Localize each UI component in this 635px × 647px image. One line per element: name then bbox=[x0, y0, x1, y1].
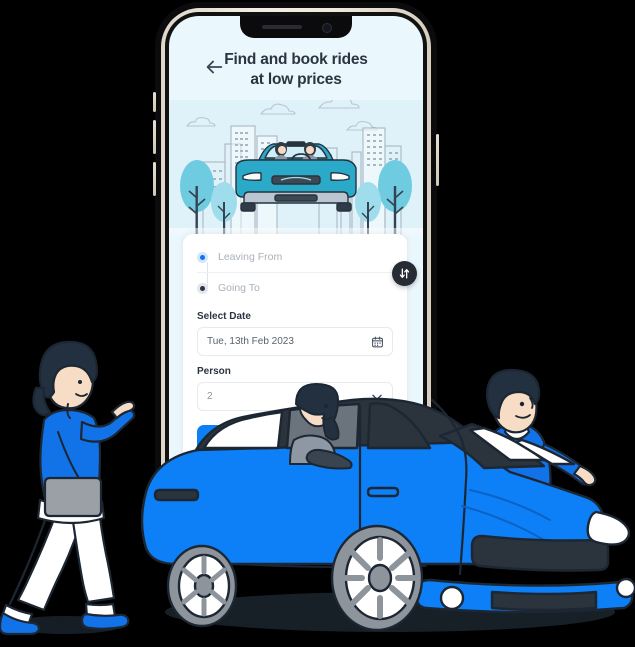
select-date-label: Select Date bbox=[197, 311, 251, 322]
leaving-from-field[interactable]: Leaving From bbox=[197, 244, 393, 273]
swap-vertical-icon bbox=[399, 268, 410, 279]
city-rideshare-illustration bbox=[169, 100, 423, 236]
page-title: Find and book rides at low prices bbox=[169, 50, 423, 90]
select-date-input[interactable]: Tue, 13th Feb 2023 bbox=[197, 327, 393, 356]
going-to-placeholder: Going To bbox=[218, 282, 260, 294]
phone-power-button[interactable] bbox=[436, 134, 439, 186]
select-date-value: Tue, 13th Feb 2023 bbox=[207, 336, 294, 347]
select-date-group: Select Date Tue, 13th Feb 2023 bbox=[183, 311, 407, 356]
swap-locations-button[interactable] bbox=[392, 261, 417, 286]
phone-volume-up-button[interactable] bbox=[153, 120, 156, 154]
earpiece-speaker bbox=[262, 25, 302, 29]
destination-dot-icon bbox=[197, 282, 208, 294]
chevron-down-icon[interactable] bbox=[370, 390, 384, 404]
origin-dot-icon bbox=[197, 251, 208, 263]
app-header: Find and book rides at low prices bbox=[169, 42, 423, 100]
phone-mute-switch[interactable] bbox=[153, 92, 156, 112]
front-camera bbox=[322, 23, 332, 33]
page-title-line2: at low prices bbox=[250, 71, 342, 88]
page-title-line1: Find and book rides bbox=[224, 51, 368, 68]
person-label: Person bbox=[197, 366, 231, 377]
scene-root: Find and book rides at low prices Leavin… bbox=[0, 0, 635, 647]
person-group: Person 2 bbox=[183, 366, 407, 411]
phone-volume-down-button[interactable] bbox=[153, 162, 156, 196]
calendar-icon[interactable] bbox=[371, 335, 384, 348]
phone-notch bbox=[240, 16, 352, 38]
person-value: 2 bbox=[207, 391, 213, 402]
route-fields: Leaving From Going To bbox=[183, 244, 417, 301]
blue-car-figure bbox=[140, 410, 635, 640]
going-to-field[interactable]: Going To bbox=[197, 275, 393, 301]
leaving-from-placeholder: Leaving From bbox=[218, 251, 283, 263]
walking-woman-figure bbox=[0, 365, 140, 640]
person-select[interactable]: 2 bbox=[197, 382, 393, 411]
